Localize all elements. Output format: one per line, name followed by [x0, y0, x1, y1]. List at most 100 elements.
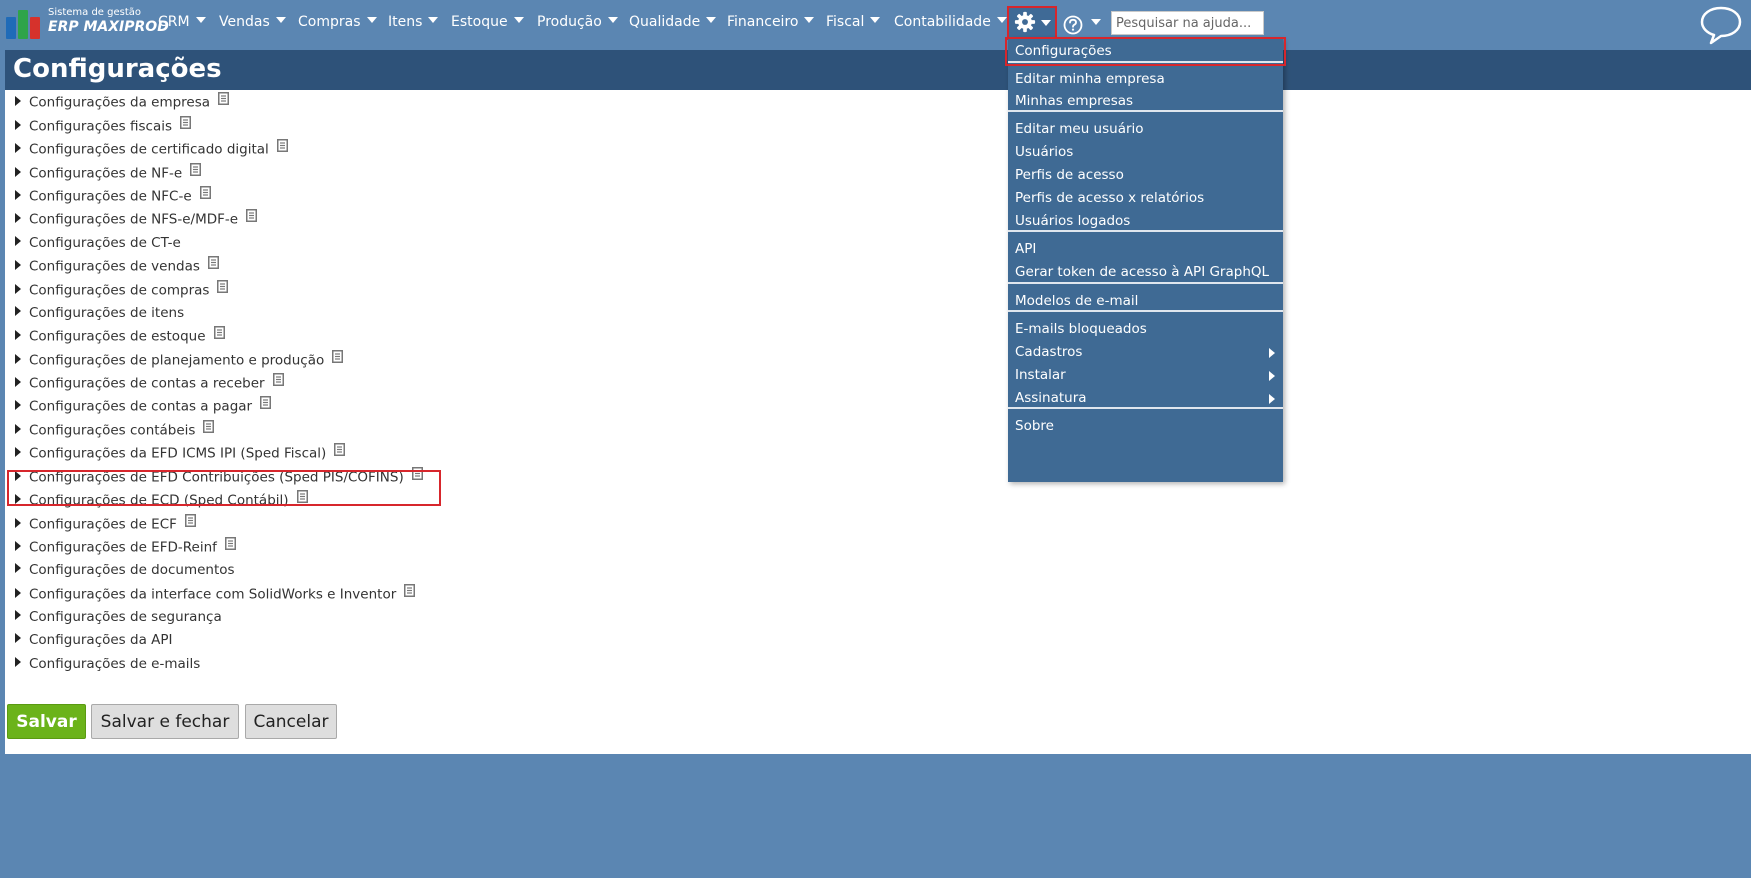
- document-icon[interactable]: [276, 139, 288, 156]
- menu-separator: [1008, 110, 1283, 112]
- nav-compras[interactable]: Compras: [298, 14, 377, 30]
- settings-item[interactable]: Configurações de NFS-e/MDF-e: [15, 209, 258, 231]
- save-and-close-button[interactable]: Salvar e fechar: [91, 704, 239, 739]
- menu-item[interactable]: Minhas empresas: [1015, 93, 1133, 109]
- chat-bubble-icon[interactable]: [1698, 4, 1744, 46]
- expand-arrow-icon[interactable]: [15, 142, 21, 153]
- document-icon[interactable]: [332, 350, 344, 367]
- document-icon[interactable]: [207, 256, 219, 273]
- nav-fiscal[interactable]: Fiscal: [826, 14, 881, 30]
- menu-item[interactable]: E-mails bloqueados: [1015, 321, 1147, 337]
- settings-item[interactable]: Configurações de NF-e: [15, 163, 202, 185]
- expand-arrow-icon[interactable]: [15, 587, 21, 598]
- expand-arrow-icon[interactable]: [15, 95, 21, 106]
- settings-item[interactable]: Configurações de e-mails: [15, 656, 200, 676]
- document-icon[interactable]: [246, 209, 258, 226]
- document-icon[interactable]: [334, 443, 346, 460]
- settings-item[interactable]: Configurações de contas a receber: [15, 373, 284, 395]
- expand-arrow-icon[interactable]: [15, 236, 21, 246]
- settings-menu-button[interactable]: [1007, 6, 1057, 40]
- expand-arrow-icon[interactable]: [15, 563, 21, 573]
- menu-item[interactable]: Sobre: [1015, 418, 1054, 434]
- document-icon[interactable]: [184, 514, 196, 531]
- caret-down-icon: [513, 17, 524, 23]
- nav-contabilidade[interactable]: Contabilidade: [894, 14, 1007, 30]
- settings-item[interactable]: Configurações de NFC-e: [15, 186, 211, 208]
- settings-item[interactable]: Configurações de certificado digital: [15, 139, 288, 161]
- menu-item[interactable]: Modelos de e-mail: [1015, 293, 1138, 309]
- help-search-input[interactable]: [1111, 11, 1264, 35]
- expand-arrow-icon[interactable]: [15, 259, 21, 270]
- document-icon[interactable]: [218, 92, 230, 109]
- settings-item[interactable]: Configurações de CT-e: [15, 235, 181, 255]
- settings-item[interactable]: Configurações de vendas: [15, 256, 219, 278]
- document-icon[interactable]: [224, 537, 236, 554]
- settings-item[interactable]: Configurações de estoque: [15, 326, 225, 348]
- menu-item[interactable]: Perfis de acesso: [1015, 167, 1124, 183]
- nav-estoque[interactable]: Estoque: [451, 14, 524, 30]
- menu-item[interactable]: Usuários logados: [1015, 213, 1130, 229]
- document-icon[interactable]: [203, 420, 215, 437]
- expand-arrow-icon[interactable]: [15, 446, 21, 457]
- settings-item[interactable]: Configurações da EFD ICMS IPI (Sped Fisc…: [15, 443, 346, 465]
- expand-arrow-icon[interactable]: [15, 329, 21, 340]
- help-menu-button[interactable]: [1060, 10, 1106, 38]
- document-icon[interactable]: [260, 396, 272, 413]
- expand-arrow-icon[interactable]: [15, 189, 21, 200]
- expand-arrow-icon[interactable]: [15, 212, 21, 223]
- menu-item[interactable]: Editar meu usuário: [1015, 121, 1144, 137]
- expand-arrow-icon[interactable]: [15, 119, 21, 130]
- nav-itens[interactable]: Itens: [388, 14, 439, 30]
- expand-arrow-icon[interactable]: [15, 306, 21, 316]
- settings-item-label: Configurações de compras: [29, 282, 210, 299]
- app-logo[interactable]: Sistema de gestão ERP MAXIPROD: [6, 7, 169, 39]
- settings-item[interactable]: Configurações fiscais: [15, 116, 192, 138]
- document-icon[interactable]: [272, 373, 284, 390]
- menu-item[interactable]: Instalar: [1015, 367, 1066, 383]
- document-icon[interactable]: [190, 163, 202, 180]
- settings-item[interactable]: Configurações de contas a pagar: [15, 396, 272, 418]
- menu-item[interactable]: Usuários: [1015, 144, 1073, 160]
- document-icon[interactable]: [404, 584, 416, 601]
- document-icon[interactable]: [213, 326, 225, 343]
- expand-arrow-icon[interactable]: [15, 283, 21, 294]
- save-button[interactable]: Salvar: [7, 704, 86, 739]
- expand-arrow-icon[interactable]: [15, 657, 21, 667]
- expand-arrow-icon[interactable]: [15, 517, 21, 528]
- menu-item[interactable]: API: [1015, 241, 1036, 257]
- menu-item[interactable]: Editar minha empresa: [1015, 71, 1165, 87]
- settings-item[interactable]: Configurações de ECF: [15, 514, 196, 536]
- expand-arrow-icon[interactable]: [15, 610, 21, 620]
- settings-item[interactable]: Configurações de segurança: [15, 609, 222, 629]
- nav-label: Qualidade: [629, 14, 701, 30]
- settings-item[interactable]: Configurações da interface com SolidWork…: [15, 584, 416, 606]
- nav-crm[interactable]: CRM: [158, 14, 206, 30]
- settings-item[interactable]: Configurações de EFD-Reinf: [15, 537, 236, 559]
- menu-item[interactable]: Assinatura: [1015, 390, 1087, 406]
- nav-qualidade[interactable]: Qualidade: [629, 14, 717, 30]
- nav-producao[interactable]: Produção: [537, 14, 618, 30]
- expand-arrow-icon[interactable]: [15, 423, 21, 434]
- expand-arrow-icon[interactable]: [15, 166, 21, 177]
- settings-item[interactable]: Configurações de documentos: [15, 562, 235, 582]
- menu-item[interactable]: Cadastros: [1015, 344, 1082, 360]
- settings-item[interactable]: Configurações de itens: [15, 305, 184, 325]
- settings-item[interactable]: Configurações da API: [15, 632, 173, 652]
- menu-item[interactable]: Perfis de acesso x relatórios: [1015, 190, 1204, 206]
- document-icon[interactable]: [217, 280, 229, 297]
- settings-item[interactable]: Configurações de planejamento e produção: [15, 350, 344, 372]
- expand-arrow-icon[interactable]: [15, 540, 21, 551]
- settings-item[interactable]: Configurações da empresa: [15, 92, 230, 114]
- document-icon[interactable]: [199, 186, 211, 203]
- nav-vendas[interactable]: Vendas: [219, 14, 286, 30]
- menu-item[interactable]: Gerar token de acesso à API GraphQL: [1015, 264, 1269, 280]
- expand-arrow-icon[interactable]: [15, 633, 21, 643]
- expand-arrow-icon[interactable]: [15, 399, 21, 410]
- cancel-button[interactable]: Cancelar: [245, 704, 337, 739]
- expand-arrow-icon[interactable]: [15, 353, 21, 364]
- nav-financeiro[interactable]: Financeiro: [727, 14, 815, 30]
- settings-item[interactable]: Configurações contábeis: [15, 420, 215, 442]
- settings-item[interactable]: Configurações de compras: [15, 280, 229, 302]
- expand-arrow-icon[interactable]: [15, 376, 21, 387]
- document-icon[interactable]: [180, 116, 192, 133]
